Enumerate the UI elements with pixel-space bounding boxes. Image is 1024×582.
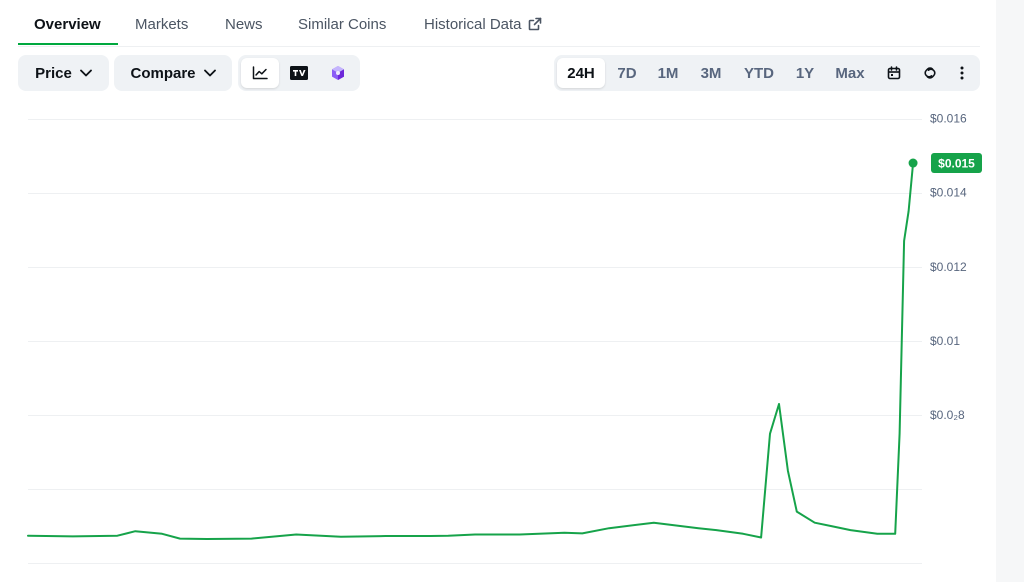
calendar-icon — [887, 66, 901, 80]
range-1y[interactable]: 1Y — [786, 58, 824, 88]
range-1m[interactable]: 1M — [648, 58, 688, 88]
compare-dropdown[interactable]: Compare — [114, 55, 232, 91]
more-vertical-icon — [960, 66, 964, 80]
chevron-down-icon — [203, 69, 216, 77]
line-chart-icon — [252, 66, 268, 80]
last-price-dot — [908, 158, 918, 168]
tab-historical-data[interactable]: Historical Data — [424, 16, 542, 33]
chart-mode-toggle — [238, 55, 360, 91]
line-chart-mode-button[interactable] — [241, 58, 279, 88]
link-icon — [924, 67, 936, 79]
date-range-button[interactable] — [878, 58, 910, 88]
share-link-button[interactable] — [914, 58, 946, 88]
y-tick-label-4: $0.0₂8 — [930, 408, 965, 422]
chart-gridlines — [28, 119, 922, 564]
range-7d[interactable]: 7D — [608, 58, 646, 88]
range-3m[interactable]: 3M — [691, 58, 731, 88]
page-gutter — [996, 0, 1024, 582]
tab-historical-data-label: Historical Data — [424, 16, 522, 33]
y-tick-label-2: $0.012 — [930, 260, 967, 274]
tab-similar-coins[interactable]: Similar Coins — [298, 16, 386, 33]
price-line — [27, 162, 915, 540]
price-dropdown[interactable]: Price — [18, 55, 109, 91]
y-tick-label-0: $0.016 — [930, 112, 967, 126]
cube-mode-button[interactable] — [319, 58, 357, 88]
tab-markets[interactable]: Markets — [135, 16, 188, 33]
tab-overview[interactable]: Overview — [34, 16, 101, 33]
last-price-label: $0.015 — [938, 157, 975, 171]
tradingview-mode-button[interactable] — [280, 58, 318, 88]
external-link-icon — [528, 17, 541, 31]
tab-bar: Overview Markets News Similar Coins Hist… — [18, 0, 980, 47]
range-ytd[interactable]: YTD — [735, 58, 783, 88]
tab-news[interactable]: News — [225, 16, 263, 33]
price-chart[interactable]: $0.016 $0.014 $0.012 $0.01 $0.0₂8 $0.015 — [0, 100, 996, 582]
active-tab-indicator — [18, 43, 118, 45]
last-price-marker: $0.015 — [908, 153, 982, 174]
time-range-selector: 24H 7D 1M 3M YTD 1Y Max — [554, 55, 980, 91]
cube-icon — [332, 66, 344, 80]
compare-dropdown-label: Compare — [130, 64, 196, 82]
tradingview-icon — [290, 66, 308, 80]
price-dropdown-label: Price — [35, 64, 72, 82]
range-max[interactable]: Max — [827, 58, 873, 88]
y-tick-label-3: $0.01 — [930, 334, 960, 348]
range-24h[interactable]: 24H — [557, 58, 605, 88]
price-series — [27, 162, 915, 540]
y-tick-label-1: $0.014 — [930, 186, 967, 200]
more-options-button[interactable] — [950, 58, 974, 88]
chevron-down-icon — [79, 69, 92, 77]
